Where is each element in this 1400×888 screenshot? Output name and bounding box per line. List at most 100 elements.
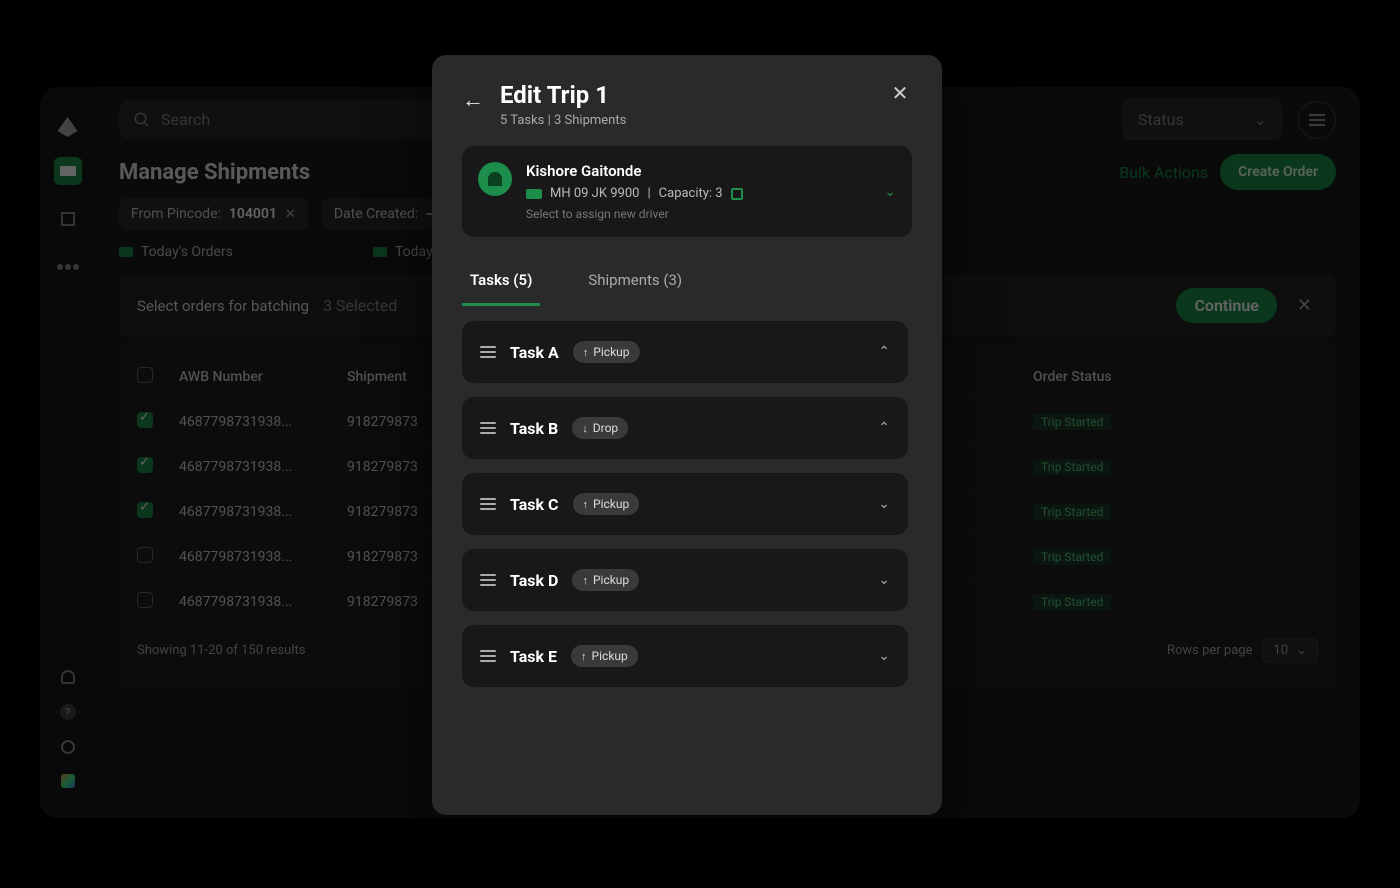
modal-header: ← Edit Trip 1 5 Tasks | 3 Shipments ✕	[462, 81, 912, 128]
drag-handle-icon[interactable]	[480, 498, 496, 510]
th-status[interactable]: Order Status	[1033, 369, 1173, 385]
box-icon	[373, 247, 387, 257]
page-title: Manage Shipments	[119, 160, 310, 185]
driver-card[interactable]: Kishore Gaitonde MH 09 JK 9900 | Capacit…	[462, 146, 912, 237]
avatar-icon	[478, 162, 512, 196]
task-card[interactable]: Task B ↓Drop ⌃	[462, 397, 908, 459]
task-type-badge: ↑Pickup	[571, 645, 638, 667]
tab-todays-orders-1[interactable]: Today's Orders	[119, 244, 233, 260]
status-badge: Trip Started	[1033, 504, 1111, 520]
close-button[interactable]: ✕	[888, 81, 912, 105]
package-icon	[731, 188, 743, 200]
arrow-icon: ↓	[582, 422, 588, 435]
task-name: Task A	[510, 343, 559, 362]
status-badge: Trip Started	[1033, 414, 1111, 430]
drag-handle-icon[interactable]	[480, 422, 496, 434]
task-card[interactable]: Task E ↑Pickup ⌄	[462, 625, 908, 687]
box-icon	[119, 247, 133, 257]
chevron-down-icon: ⌄	[1254, 110, 1267, 129]
modal-title: Edit Trip 1	[500, 81, 626, 109]
logo-icon	[58, 117, 78, 137]
task-type-badge: ↑Pickup	[573, 341, 640, 363]
close-icon[interactable]: ✕	[1291, 295, 1318, 316]
filter-label: Date Created:	[334, 206, 418, 222]
row-checkbox[interactable]	[137, 547, 153, 563]
menu-button[interactable]	[1298, 101, 1336, 139]
filter-from-pincode[interactable]: From Pincode: 104001 ✕	[119, 198, 308, 230]
close-icon[interactable]: ✕	[285, 207, 296, 222]
row-checkbox[interactable]	[137, 592, 153, 608]
driver-hint: Select to assign new driver	[526, 207, 870, 221]
task-name: Task E	[510, 647, 557, 666]
row-checkbox[interactable]	[137, 502, 153, 518]
pagination-info: Showing 11-20 of 150 results	[137, 643, 305, 658]
th-awb[interactable]: AWB Number	[179, 369, 329, 385]
cube-icon	[61, 212, 75, 226]
status-label: Status	[1138, 110, 1184, 129]
drag-handle-icon[interactable]	[480, 346, 496, 358]
driver-meta: MH 09 JK 9900 | Capacity: 3	[526, 186, 870, 201]
cell-awb: 4687798731938...	[179, 504, 329, 520]
task-name: Task B	[510, 419, 558, 438]
bell-icon[interactable]	[61, 670, 75, 684]
filter-value: 104001	[229, 206, 277, 222]
nav-users[interactable]	[54, 253, 82, 281]
rpp-value: 10	[1273, 643, 1288, 658]
back-button[interactable]: ←	[462, 87, 484, 113]
status-dropdown[interactable]: Status ⌄	[1123, 99, 1282, 140]
edit-trip-modal: ← Edit Trip 1 5 Tasks | 3 Shipments ✕ Ki…	[432, 55, 942, 815]
gear-icon[interactable]	[61, 740, 75, 754]
nav-inventory[interactable]	[54, 205, 82, 233]
task-type-badge: ↓Drop	[572, 417, 628, 439]
rpp-dropdown[interactable]: 10 ⌄	[1262, 638, 1318, 663]
task-card[interactable]: Task A ↑Pickup ⌃	[462, 321, 908, 383]
cell-awb: 4687798731938...	[179, 459, 329, 475]
tab-tasks[interactable]: Tasks (5)	[462, 257, 540, 306]
chevron-down-icon[interactable]: ⌄	[878, 572, 890, 588]
row-checkbox[interactable]	[137, 457, 153, 473]
nav-shipments[interactable]	[54, 157, 82, 185]
truck-icon	[526, 189, 542, 199]
capacity: Capacity: 3	[659, 186, 723, 201]
select-all-checkbox[interactable]	[137, 367, 153, 383]
hamburger-icon	[1309, 119, 1325, 121]
bulk-actions-link[interactable]: Bulk Actions	[1119, 163, 1208, 182]
arrow-icon: ↑	[583, 498, 589, 511]
task-name: Task C	[510, 495, 559, 514]
modal-subtitle: 5 Tasks | 3 Shipments	[500, 113, 626, 128]
driver-name: Kishore Gaitonde	[526, 162, 870, 180]
cell-awb: 4687798731938...	[179, 414, 329, 430]
task-card[interactable]: Task D ↑Pickup ⌄	[462, 549, 908, 611]
batch-label: Select orders for batching	[137, 297, 309, 315]
filter-date-created[interactable]: Date Created:	[322, 198, 450, 230]
chevron-down-icon: ⌄	[1296, 643, 1307, 658]
drag-handle-icon[interactable]	[480, 650, 496, 662]
chevron-down-icon[interactable]: ⌄	[878, 648, 890, 664]
cell-awb: 4687798731938...	[179, 594, 329, 610]
status-badge: Trip Started	[1033, 594, 1111, 610]
search-icon	[133, 111, 151, 129]
chevron-down-icon[interactable]: ⌄	[878, 496, 890, 512]
search-placeholder: Search	[161, 110, 210, 129]
arrow-icon: ↑	[583, 346, 589, 359]
task-card[interactable]: Task C ↑Pickup ⌄	[462, 473, 908, 535]
row-checkbox[interactable]	[137, 412, 153, 428]
tab-shipments[interactable]: Shipments (3)	[580, 257, 690, 306]
create-order-button[interactable]: Create Order	[1220, 154, 1336, 190]
truck-icon	[60, 166, 76, 176]
chevron-up-icon[interactable]: ⌃	[878, 344, 890, 360]
theme-icon[interactable]	[61, 774, 75, 788]
modal-tabs: Tasks (5) Shipments (3)	[462, 257, 912, 307]
cell-awb: 4687798731938...	[179, 549, 329, 565]
help-icon[interactable]: ?	[60, 704, 76, 720]
task-type-badge: ↑Pickup	[573, 493, 640, 515]
status-badge: Trip Started	[1033, 549, 1111, 565]
arrow-icon: ↑	[582, 574, 588, 587]
rpp-label: Rows per page	[1167, 643, 1253, 658]
chevron-up-icon[interactable]: ⌃	[878, 420, 890, 436]
drag-handle-icon[interactable]	[480, 574, 496, 586]
tab-label: Today's Orders	[141, 244, 233, 260]
continue-button[interactable]: Continue	[1176, 288, 1276, 323]
task-name: Task D	[510, 571, 558, 590]
task-type-badge: ↑Pickup	[572, 569, 639, 591]
